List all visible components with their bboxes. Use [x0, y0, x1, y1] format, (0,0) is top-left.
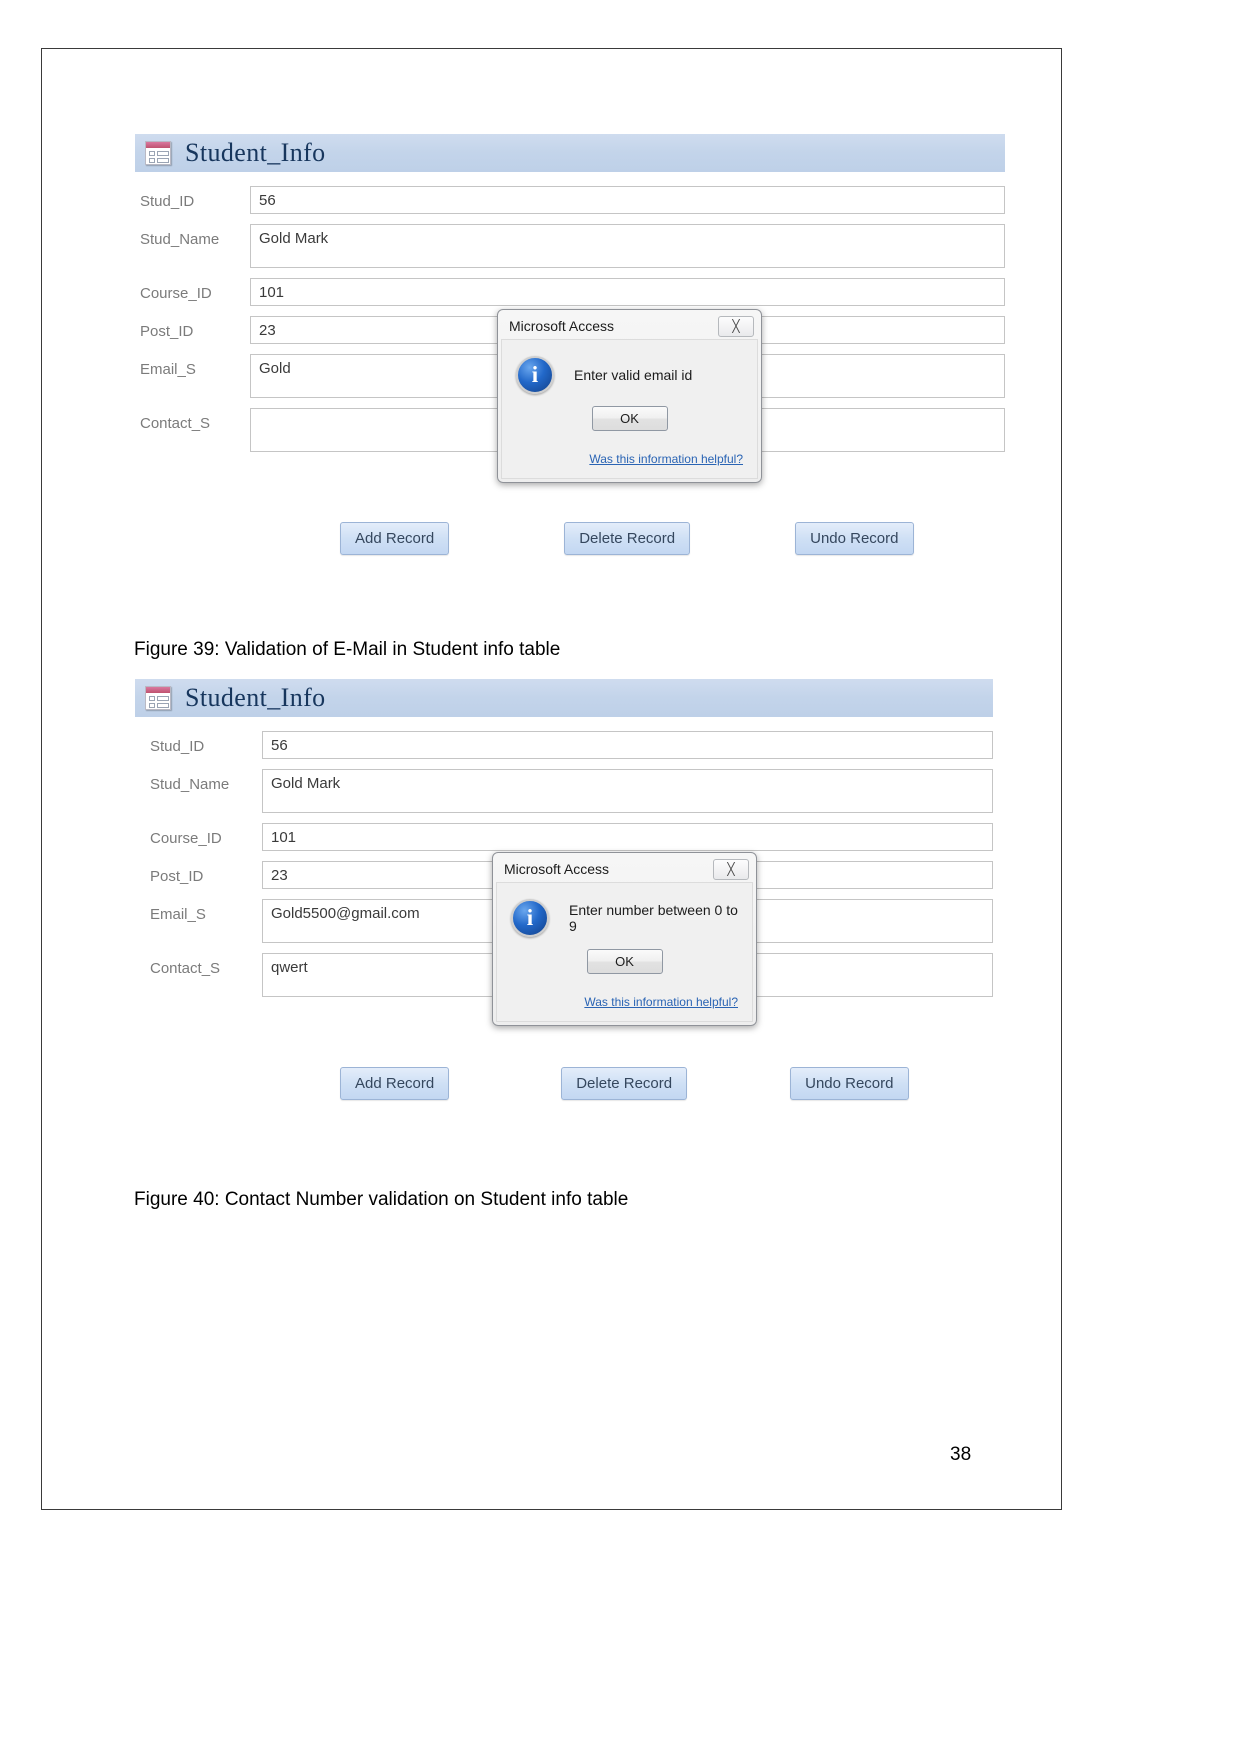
dialog-footer: Was this information helpful?: [501, 443, 758, 479]
close-icon[interactable]: ╳: [713, 858, 749, 880]
form-button-row: Add Record Delete Record Undo Record: [135, 522, 1005, 555]
form-title: Student_Info: [185, 138, 326, 167]
field-row-course-id: Course_ID 101: [135, 823, 993, 851]
field-input-stud-id[interactable]: 56: [262, 731, 993, 759]
dialog-title-bar: Microsoft Access ╳: [496, 856, 753, 882]
microsoft-access-dialog-2: Microsoft Access ╳ Enter number between …: [492, 852, 757, 1026]
dialog-title: Microsoft Access: [509, 318, 615, 334]
delete-record-button[interactable]: Delete Record: [564, 522, 691, 555]
field-input-course-id[interactable]: 101: [262, 823, 993, 851]
field-input-stud-name[interactable]: Gold Mark: [262, 769, 993, 813]
add-record-button[interactable]: Add Record: [340, 522, 450, 555]
field-row-stud-id: Stud_ID 56: [135, 186, 1005, 214]
field-label-contact-s: Contact_S: [140, 415, 211, 432]
microsoft-access-dialog-1: Microsoft Access ╳ Enter valid email id …: [497, 309, 762, 483]
dialog-message-row: Enter valid email id: [516, 356, 743, 394]
field-row-stud-id: Stud_ID 56: [135, 731, 993, 759]
field-label-email-s: Email_S: [140, 361, 196, 378]
field-label-stud-name: Stud_Name: [140, 231, 220, 248]
dialog-message: Enter number between 0 to 9: [569, 902, 738, 934]
was-this-helpful-link[interactable]: Was this information helpful?: [589, 452, 743, 466]
close-icon[interactable]: ╳: [718, 315, 754, 337]
was-this-helpful-link[interactable]: Was this information helpful?: [584, 995, 738, 1009]
dialog-message: Enter valid email id: [574, 367, 693, 383]
dialog-button-row: OK: [516, 406, 743, 431]
undo-record-button[interactable]: Undo Record: [790, 1067, 909, 1100]
field-label-post-id: Post_ID: [140, 323, 194, 340]
field-input-stud-name[interactable]: Gold Mark: [250, 224, 1005, 268]
access-form-icon: [145, 141, 171, 165]
info-icon: [516, 356, 554, 394]
form-title: Student_Info: [185, 683, 326, 712]
document-page: Student_Info Stud_ID 56 Stud_Name Gold M…: [41, 48, 1062, 1510]
form-button-row: Add Record Delete Record Undo Record: [135, 1067, 993, 1100]
figure-39-caption: Figure 39: Validation of E-Mail in Stude…: [134, 639, 561, 660]
field-label-stud-id: Stud_ID: [150, 738, 205, 755]
field-row-course-id: Course_ID 101: [135, 278, 1005, 306]
figure-40-caption: Figure 40: Contact Number validation on …: [134, 1189, 629, 1210]
field-input-stud-id[interactable]: 56: [250, 186, 1005, 214]
dialog-button-row: OK: [511, 949, 738, 974]
delete-record-button[interactable]: Delete Record: [561, 1067, 688, 1100]
field-row-stud-name: Stud_Name Gold Mark: [135, 224, 1005, 268]
undo-record-button[interactable]: Undo Record: [795, 522, 914, 555]
ok-button[interactable]: OK: [591, 406, 668, 431]
field-label-contact-s: Contact_S: [150, 960, 221, 977]
dialog-content: Enter number between 0 to 9 OK: [496, 882, 753, 986]
page-number: 38: [950, 1444, 972, 1465]
dialog-footer: Was this information helpful?: [496, 986, 753, 1022]
field-label-stud-id: Stud_ID: [140, 193, 195, 210]
dialog-message-row: Enter number between 0 to 9: [511, 899, 738, 937]
form-title-bar: Student_Info: [135, 679, 993, 717]
dialog-title: Microsoft Access: [504, 861, 610, 877]
dialog-title-bar: Microsoft Access ╳: [501, 313, 758, 339]
form-title-bar: Student_Info: [135, 134, 1005, 172]
access-form-icon: [145, 686, 171, 710]
field-label-post-id: Post_ID: [150, 868, 204, 885]
field-label-course-id: Course_ID: [140, 285, 212, 302]
field-row-stud-name: Stud_Name Gold Mark: [135, 769, 993, 813]
dialog-content: Enter valid email id OK: [501, 339, 758, 443]
info-icon: [511, 899, 549, 937]
field-label-stud-name: Stud_Name: [150, 776, 230, 793]
field-label-email-s: Email_S: [150, 906, 206, 923]
field-input-course-id[interactable]: 101: [250, 278, 1005, 306]
add-record-button[interactable]: Add Record: [340, 1067, 450, 1100]
field-label-course-id: Course_ID: [150, 830, 222, 847]
ok-button[interactable]: OK: [586, 949, 663, 974]
